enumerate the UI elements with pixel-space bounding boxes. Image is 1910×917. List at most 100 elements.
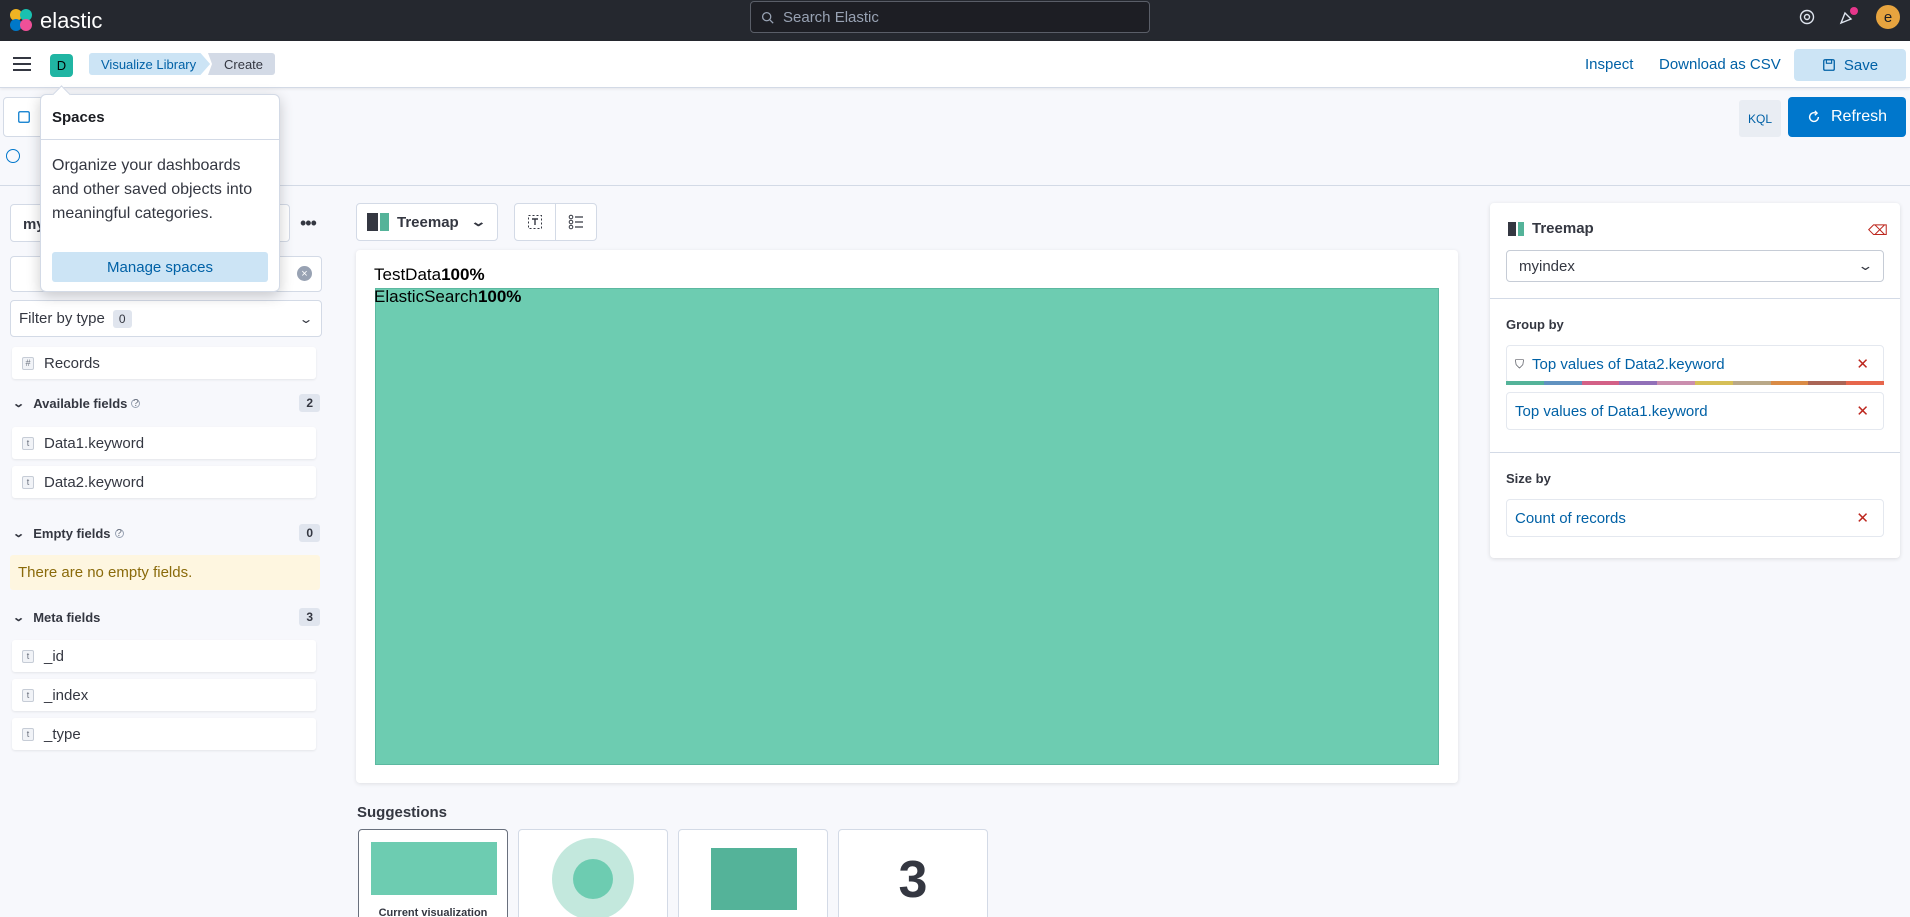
section-label: Available fields	[33, 395, 128, 411]
visualization-type-select[interactable]: Treemap ⌄	[356, 203, 498, 241]
legend-options-button[interactable]	[556, 204, 596, 240]
search-placeholder: Search Elastic	[783, 8, 879, 26]
field-item[interactable]: t _id	[12, 640, 316, 672]
section-count: 2	[299, 394, 320, 412]
brand-name: elastic	[40, 8, 103, 33]
string-token-icon: t	[22, 727, 34, 741]
dimension-data2[interactable]: ⛉ Top values of Data2.keyword ✕	[1506, 345, 1884, 383]
vis-type-label: Treemap	[397, 213, 459, 231]
treemap-value: 100%	[477, 287, 522, 306]
chevron-down-icon: ⌄	[298, 311, 314, 326]
filter-by-type-button[interactable]: Filter by type 0 ⌄	[10, 300, 322, 337]
manage-spaces-button[interactable]: Manage spaces	[52, 252, 268, 282]
suggestion-current[interactable]: Current visualization	[358, 829, 508, 917]
remove-icon[interactable]: ✕	[1856, 402, 1869, 420]
string-token-icon: t	[22, 649, 34, 663]
field-name: _type	[44, 725, 81, 743]
popover-body: Organize your dashboards and other saved…	[52, 157, 253, 222]
menu-toggle-icon[interactable]	[13, 57, 31, 71]
newsfeed-icon[interactable]	[1836, 6, 1858, 28]
help-icon[interactable]	[1796, 6, 1818, 28]
clear-layer-icon[interactable]: ⌫	[1868, 222, 1888, 239]
inspect-link[interactable]: Inspect	[1585, 56, 1633, 73]
user-avatar[interactable]: e	[1876, 5, 1900, 29]
search-icon	[761, 11, 774, 24]
filter-icon[interactable]	[6, 149, 20, 163]
field-name: Data2.keyword	[44, 473, 145, 491]
field-name: _id	[44, 647, 65, 665]
chevron-down-icon: ⌄	[1857, 258, 1874, 273]
save-button[interactable]: Save	[1794, 49, 1906, 81]
notification-dot	[1850, 7, 1858, 15]
visual-options-button[interactable]	[515, 204, 556, 240]
field-records[interactable]: # Records	[12, 347, 316, 379]
info-icon: ?	[131, 397, 141, 409]
labels-icon	[528, 215, 542, 229]
refresh-button[interactable]: Refresh	[1788, 97, 1906, 137]
field-item[interactable]: t _index	[12, 679, 316, 711]
field-name: Records	[44, 354, 100, 372]
chevron-down-icon: ⌄	[12, 611, 26, 624]
suggestion-metric[interactable]: 3	[838, 829, 988, 917]
color-palette-bar	[1506, 381, 1884, 385]
metric-value: 3	[898, 851, 928, 909]
field-item[interactable]: t _type	[12, 718, 316, 750]
save-label: Save	[1843, 56, 1879, 74]
global-search-input[interactable]: Search Elastic	[750, 1, 1150, 33]
string-token-icon: t	[22, 436, 34, 450]
field-name: Data1.keyword	[44, 434, 145, 452]
top-nav-icons: e	[1796, 0, 1910, 34]
group-by-label: Group by	[1506, 317, 1564, 332]
popover-title: Spaces	[41, 95, 279, 140]
treemap-cell[interactable]	[375, 288, 1439, 765]
index-select[interactable]: myindex ⌄	[1506, 250, 1884, 282]
clear-search-icon[interactable]: ×	[297, 266, 312, 281]
field-item[interactable]: t Data1.keyword	[12, 427, 316, 459]
empty-fields-header[interactable]: ⌄ Empty fields ? 0	[12, 522, 320, 544]
index-name: myindex	[1519, 257, 1575, 275]
metric-count-records[interactable]: Count of records ✕	[1506, 499, 1884, 537]
refresh-label: Refresh	[1830, 108, 1888, 125]
size-by-label: Size by	[1506, 471, 1551, 486]
elastic-cluster-icon	[10, 9, 34, 33]
dimension-data1[interactable]: Top values of Data1.keyword ✕	[1506, 392, 1884, 430]
top-nav-bar: elastic Search Elastic e	[0, 0, 1910, 41]
meta-fields-header[interactable]: ⌄ Meta fields 3	[12, 606, 320, 628]
treemap-value: 100%	[441, 265, 485, 284]
elastic-logo[interactable]: elastic	[10, 8, 102, 34]
query-bar	[0, 96, 1910, 186]
section-label: Meta fields	[33, 609, 101, 625]
breadcrumb-visualize-library[interactable]: Visualize Library	[89, 53, 211, 75]
download-csv-link[interactable]: Download as CSV	[1659, 56, 1781, 73]
suggestion-label: Current visualization	[378, 907, 488, 917]
config-panel: Treemap ⌫ myindex ⌄ Group by ⛉ Top value…	[1490, 203, 1900, 558]
field-list-panel	[0, 186, 333, 917]
field-name: _index	[44, 686, 89, 704]
saved-query-icon	[18, 111, 30, 123]
suggestion-donut[interactable]	[518, 829, 668, 917]
kql-toggle[interactable]: KQL	[1739, 100, 1781, 137]
section-label: Empty fields	[33, 525, 111, 541]
filter-count-badge: 0	[112, 309, 132, 328]
treemap-icon	[367, 213, 389, 231]
more-options-icon[interactable]: •••	[300, 213, 317, 234]
treemap-label: ElasticSearch	[374, 287, 478, 306]
saved-query-button[interactable]	[3, 97, 45, 137]
chevron-down-icon: ⌄	[469, 214, 487, 229]
empty-fields-message: There are no empty fields.	[10, 555, 320, 590]
space-avatar-letter: D	[56, 58, 67, 73]
breadcrumb-create: Create	[208, 53, 276, 75]
available-fields-header[interactable]: ⌄ Available fields ? 2	[12, 392, 320, 414]
treemap-parent-label: TestData100%	[374, 265, 485, 285]
space-avatar[interactable]: D	[50, 54, 73, 77]
string-token-icon: t	[22, 688, 34, 702]
remove-icon[interactable]: ✕	[1856, 509, 1869, 527]
divider	[1490, 298, 1900, 299]
treemap-child-label: ElasticSearch100%	[374, 287, 521, 307]
config-title: Treemap	[1532, 220, 1594, 237]
string-token-icon: t	[22, 475, 34, 489]
field-item[interactable]: t Data2.keyword	[12, 466, 316, 498]
info-icon: ?	[114, 527, 124, 539]
remove-icon[interactable]: ✕	[1856, 355, 1869, 373]
suggestion-waffle[interactable]	[678, 829, 828, 917]
